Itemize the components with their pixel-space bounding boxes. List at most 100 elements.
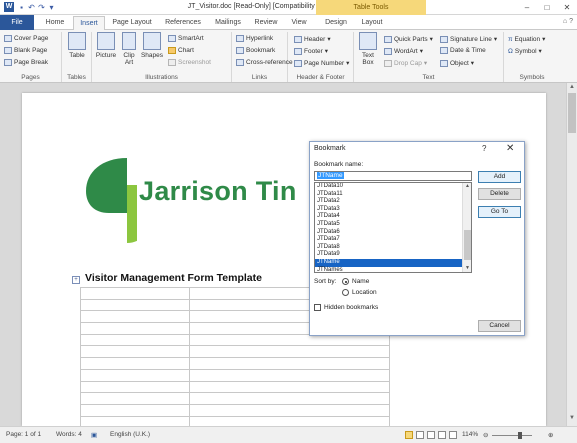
zoom-out-icon[interactable]: ⊖ xyxy=(483,431,488,439)
zoom-slider[interactable] xyxy=(492,435,532,436)
word-count[interactable]: Words: 4 xyxy=(56,431,82,438)
zoom-in-icon[interactable]: ⊕ xyxy=(548,431,553,439)
table-cell[interactable] xyxy=(80,333,190,347)
clip-art-button[interactable]: Clip Art xyxy=(120,32,138,66)
hidden-bookmarks-checkbox[interactable]: Hidden bookmarks xyxy=(314,304,378,311)
bookmark-list-item[interactable]: JTData4 xyxy=(315,213,462,221)
tab-review[interactable]: Review xyxy=(250,16,282,30)
object-button[interactable]: Object ▾ xyxy=(440,59,474,67)
tab-page-layout[interactable]: Page Layout xyxy=(108,16,156,30)
scroll-up-icon[interactable]: ▲ xyxy=(567,84,577,90)
bookmark-list-item[interactable]: JTData3 xyxy=(315,206,462,214)
equation-button[interactable]: π Equation ▾ xyxy=(508,35,545,44)
table-cell[interactable] xyxy=(80,310,190,324)
bookmark-list[interactable]: JTData10 JTData11 JTData2 JTData3 JTData4 JTD… xyxy=(314,182,472,273)
scroll-thumb[interactable] xyxy=(568,93,576,133)
bookmark-list-item[interactable]: JTData6 xyxy=(315,229,462,237)
signature-line-button[interactable]: Signature Line ▾ xyxy=(440,35,497,43)
screenshot-button[interactable]: Screenshot xyxy=(168,59,211,66)
full-screen-reading-icon[interactable] xyxy=(416,431,424,439)
add-button[interactable]: Add xyxy=(478,171,521,183)
table-cell[interactable] xyxy=(189,357,390,370)
tab-view[interactable]: View xyxy=(286,16,312,30)
table-cell[interactable] xyxy=(80,298,190,312)
help-icon[interactable]: ? xyxy=(482,144,486,153)
bookmark-list-item[interactable]: JTData11 xyxy=(315,191,462,199)
bookmark-list-item[interactable]: JTNames xyxy=(315,267,462,272)
symbol-button[interactable]: Ω Symbol ▾ xyxy=(508,47,542,56)
sort-location-radio[interactable]: Location xyxy=(342,289,377,296)
table-cell[interactable] xyxy=(80,380,190,394)
tab-design[interactable]: Design xyxy=(320,16,352,30)
hyperlink-button[interactable]: Hyperlink xyxy=(236,35,273,42)
language-indicator[interactable]: English (U.K.) xyxy=(110,431,150,438)
cover-page-button[interactable]: Cover Page xyxy=(4,35,48,42)
close-window-icon[interactable]: ✕ xyxy=(560,2,574,13)
tab-home[interactable]: Home xyxy=(40,16,70,30)
footer-button[interactable]: Footer ▾ xyxy=(294,47,328,55)
page-break-button[interactable]: Page Break xyxy=(4,59,48,66)
tab-references[interactable]: References xyxy=(160,16,206,30)
proofing-icon[interactable]: ▣ xyxy=(91,431,97,439)
table-cell[interactable] xyxy=(189,380,390,394)
bookmark-button[interactable]: Bookmark xyxy=(236,47,275,54)
table-cell[interactable] xyxy=(189,345,390,359)
wordart-button[interactable]: WordArt ▾ xyxy=(384,47,423,55)
cross-reference-button[interactable]: Cross-reference xyxy=(236,59,293,66)
picture-button[interactable]: Picture xyxy=(94,32,118,59)
table-cell[interactable] xyxy=(189,368,390,382)
bookmark-name-input[interactable]: JTName xyxy=(314,171,472,181)
smartart-button[interactable]: SmartArt xyxy=(168,35,204,42)
cancel-button[interactable]: Cancel xyxy=(478,320,521,332)
table-cell[interactable] xyxy=(80,392,190,405)
header-button[interactable]: Header ▾ xyxy=(294,35,331,43)
list-scroll-up-icon[interactable]: ▲ xyxy=(463,183,471,189)
bookmark-list-item[interactable]: JTData10 xyxy=(315,183,462,191)
bookmark-list-item[interactable]: JTData5 xyxy=(315,221,462,229)
outline-icon[interactable] xyxy=(438,431,446,439)
date-time-button[interactable]: Date & Time xyxy=(440,47,486,54)
text-box-button[interactable]: Text Box xyxy=(358,32,378,66)
list-scroll-thumb[interactable] xyxy=(464,230,471,260)
go-to-button[interactable]: Go To xyxy=(478,206,521,218)
tab-mailings[interactable]: Mailings xyxy=(210,16,246,30)
bookmark-list-item[interactable]: JTData8 xyxy=(315,244,462,252)
close-icon[interactable]: ✕ xyxy=(506,143,514,154)
vertical-scrollbar[interactable]: ▲ ▼ xyxy=(566,83,577,426)
zoom-level[interactable]: 114% xyxy=(462,431,478,438)
list-scrollbar[interactable]: ▲ ▼ xyxy=(462,183,471,272)
bookmark-list-item[interactable]: JTName xyxy=(315,258,462,267)
blank-page-button[interactable]: Blank Page xyxy=(4,47,47,54)
table-cell[interactable] xyxy=(189,392,390,405)
table-button[interactable]: Table xyxy=(66,32,88,59)
scroll-down-icon[interactable]: ▼ xyxy=(567,415,577,421)
sort-name-radio[interactable]: Name xyxy=(342,278,369,285)
shapes-button[interactable]: Shapes xyxy=(140,32,164,59)
maximize-icon[interactable]: □ xyxy=(540,2,554,13)
draft-icon[interactable] xyxy=(449,431,457,439)
list-scroll-down-icon[interactable]: ▼ xyxy=(463,265,471,271)
table-cell[interactable] xyxy=(189,333,390,347)
bookmark-list-item[interactable]: JTData2 xyxy=(315,198,462,206)
tab-layout[interactable]: Layout xyxy=(356,16,388,30)
web-layout-icon[interactable] xyxy=(427,431,435,439)
print-layout-icon[interactable] xyxy=(405,431,413,439)
bookmark-list-item[interactable]: JTData7 xyxy=(315,236,462,244)
ribbon-help-icons[interactable]: ⌂ ? xyxy=(563,18,573,25)
quick-parts-button[interactable]: Quick Parts ▾ xyxy=(384,35,433,43)
table-cell[interactable] xyxy=(80,403,190,417)
page-number-button[interactable]: Page Number ▾ xyxy=(294,59,349,67)
table-cell[interactable] xyxy=(80,345,190,359)
delete-button[interactable]: Delete xyxy=(478,188,521,200)
table-cell[interactable] xyxy=(189,403,390,417)
table-cell[interactable] xyxy=(80,357,190,370)
tab-insert[interactable]: Insert xyxy=(73,16,105,31)
bookmark-list-item[interactable]: JTData9 xyxy=(315,251,462,259)
page-count[interactable]: Page: 1 of 1 xyxy=(6,431,41,438)
tab-file[interactable]: File xyxy=(0,15,34,30)
table-cell[interactable] xyxy=(80,322,190,335)
drop-cap-button[interactable]: Drop Cap ▾ xyxy=(384,59,427,67)
minimize-icon[interactable]: – xyxy=(520,2,534,13)
table-move-handle-icon[interactable]: + xyxy=(72,276,80,284)
zoom-slider-knob[interactable] xyxy=(518,432,522,439)
